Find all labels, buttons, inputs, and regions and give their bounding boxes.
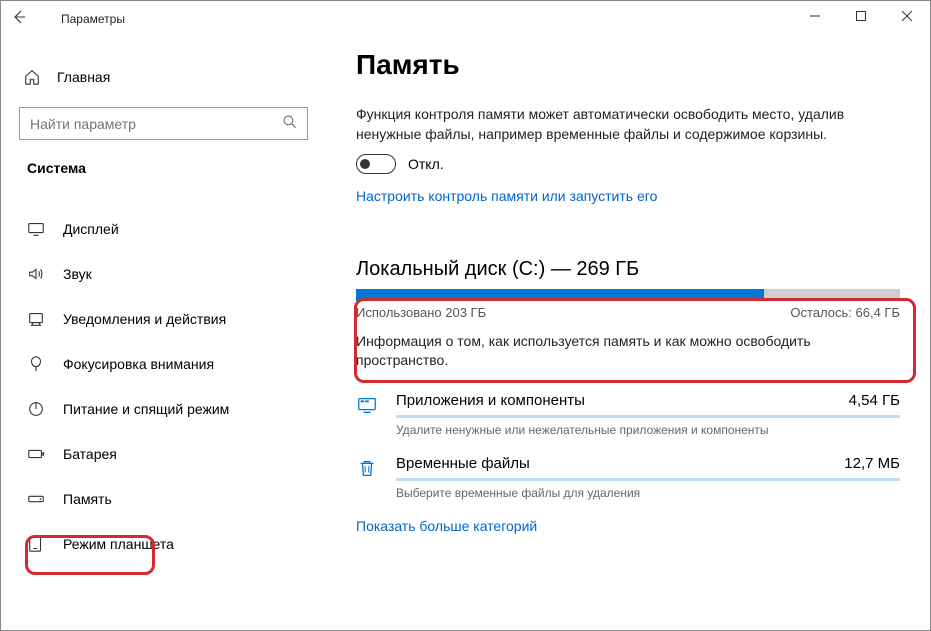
sidebar-item-display[interactable]: Дисплей — [13, 206, 314, 251]
disk-usage-bar — [356, 289, 900, 301]
search-input[interactable] — [19, 107, 308, 140]
minimize-button[interactable] — [792, 1, 838, 31]
show-more-link[interactable]: Показать больше категорий — [356, 518, 900, 534]
storage-sense-toggle[interactable] — [356, 154, 396, 174]
search-box[interactable] — [19, 107, 308, 140]
category-bar — [396, 478, 900, 481]
category-sub: Выберите временные файлы для удаления — [396, 486, 900, 500]
trash-icon — [356, 457, 378, 479]
search-icon — [282, 114, 298, 133]
sidebar-item-focus[interactable]: Фокусировка внимания — [13, 341, 314, 386]
sidebar-item-label: Режим планшета — [63, 536, 174, 552]
window-title: Параметры — [41, 12, 125, 26]
notifications-icon — [27, 310, 45, 328]
sidebar-item-label: Фокусировка внимания — [63, 356, 214, 372]
sidebar-item-label: Уведомления и действия — [63, 311, 226, 327]
back-button[interactable] — [11, 9, 41, 30]
storage-sense-description: Функция контроля памяти может автоматиче… — [356, 105, 866, 144]
category-title: Временные файлы — [396, 455, 530, 472]
disk-info: Информация о том, как используется памят… — [356, 332, 826, 370]
disk-title: Локальный диск (C:) — 269 ГБ — [356, 258, 900, 281]
sound-icon — [27, 265, 45, 283]
disk-used-label: Использовано 203 ГБ — [356, 305, 486, 320]
sidebar-item-notifications[interactable]: Уведомления и действия — [13, 296, 314, 341]
power-icon — [27, 400, 45, 418]
storage-icon — [27, 490, 45, 508]
category-bar — [396, 415, 900, 418]
sidebar-item-label: Батарея — [63, 446, 117, 462]
sidebar-item-battery[interactable]: Батарея — [13, 431, 314, 476]
configure-link[interactable]: Настроить контроль памяти или запустить … — [356, 188, 900, 204]
maximize-button[interactable] — [838, 1, 884, 31]
sidebar-item-label: Питание и спящий режим — [63, 401, 229, 417]
category-size: 4,54 ГБ — [849, 392, 900, 409]
sidebar-item-label: Звук — [63, 266, 92, 282]
battery-icon — [27, 445, 45, 463]
sidebar-item-sound[interactable]: Звук — [13, 251, 314, 296]
category-title: Приложения и компоненты — [396, 392, 585, 409]
section-label: Система — [27, 160, 314, 176]
disk-free-label: Осталось: 66,4 ГБ — [790, 305, 900, 320]
category-sub: Удалите ненужные или нежелательные прило… — [396, 423, 900, 437]
sidebar-item-power[interactable]: Питание и спящий режим — [13, 386, 314, 431]
home-icon — [23, 68, 41, 86]
home-nav[interactable]: Главная — [13, 57, 314, 97]
sidebar-item-label: Память — [63, 491, 112, 507]
close-button[interactable] — [884, 1, 930, 31]
category-apps[interactable]: Приложения и компоненты 4,54 ГБ Удалите … — [356, 386, 900, 449]
category-size: 12,7 МБ — [844, 455, 900, 472]
toggle-label: Откл. — [408, 156, 444, 172]
tablet-icon — [27, 535, 45, 553]
category-temp[interactable]: Временные файлы 12,7 МБ Выберите временн… — [356, 449, 900, 512]
home-label: Главная — [57, 69, 110, 85]
sidebar-item-label: Дисплей — [63, 221, 119, 237]
focus-icon — [27, 355, 45, 373]
sidebar: Главная Система Дисплей Звук Уведомления… — [1, 37, 326, 630]
sidebar-item-tablet[interactable]: Режим планшета — [13, 521, 314, 566]
sidebar-item-storage[interactable]: Память — [13, 476, 314, 521]
apps-icon — [356, 394, 378, 416]
main-content: Память Функция контроля памяти может авт… — [326, 37, 930, 630]
display-icon — [27, 220, 45, 238]
page-title: Память — [356, 49, 900, 81]
